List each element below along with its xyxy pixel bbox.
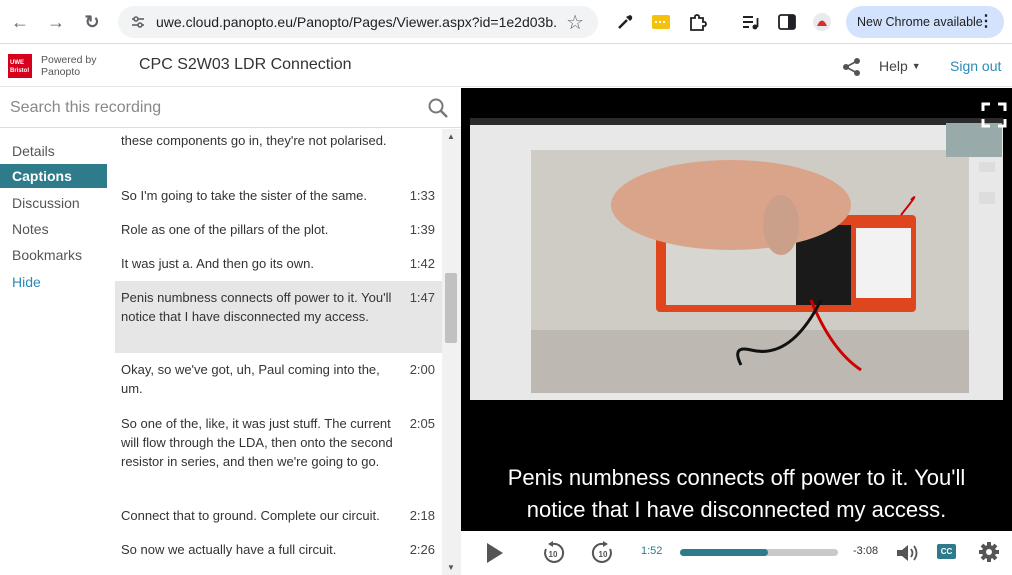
new-chrome-label: New Chrome available: [857, 15, 983, 29]
extensions-puzzle-icon[interactable]: [688, 12, 708, 32]
caption-time: 2:18: [409, 508, 435, 523]
caption-row[interactable]: Role as one of the pillars of the plot. …: [115, 213, 442, 247]
eyedropper-icon[interactable]: [615, 12, 635, 32]
caption-row[interactable]: Connect that to ground. Complete our cir…: [115, 499, 442, 533]
new-chrome-available-button[interactable]: New Chrome available ⋮: [846, 6, 1004, 38]
forward-icon[interactable]: →: [44, 10, 68, 34]
caption-text: Penis numbness connects off power to it.…: [121, 290, 392, 324]
caption-row[interactable]: these components go in, they're not pola…: [115, 129, 442, 174]
webcam-breadboard-image: [531, 150, 969, 393]
settings-gear-icon[interactable]: [978, 541, 1000, 563]
reload-icon[interactable]: ↻: [80, 10, 104, 34]
caption-row[interactable]: It was just a. And then go its own. 1:42: [115, 247, 442, 281]
caption-time: 1:33: [409, 188, 435, 203]
caption-text: Role as one of the pillars of the plot.: [121, 222, 329, 237]
powered-by-label: Powered by: [41, 54, 97, 66]
caption-text: these components go in, they're not pola…: [121, 133, 387, 148]
site-info-icon[interactable]: [130, 14, 146, 30]
browser-toolbar: ← → ↻ uwe.cloud.panopto.eu/Panopto/Pages…: [0, 0, 1012, 44]
sign-out-link[interactable]: Sign out: [950, 58, 1001, 74]
help-label: Help: [879, 58, 908, 74]
nav-captions[interactable]: Captions: [0, 164, 107, 188]
skip-back-10-icon[interactable]: 10: [541, 541, 565, 565]
caption-text: Connect that to ground. Complete our cir…: [121, 508, 380, 523]
captions-list: these components go in, they're not pola…: [115, 129, 442, 575]
skip-back-label: 10: [549, 550, 558, 559]
hide-sidebar-link[interactable]: Hide: [0, 270, 107, 294]
remaining-time: -3:08: [853, 545, 879, 557]
recording-title: CPC S2W03 LDR Connection: [139, 56, 352, 73]
caption-text: So one of the, like, it was just stuff. …: [121, 416, 393, 469]
caption-text: It was just a. And then go its own.: [121, 256, 314, 271]
caption-row[interactable]: Okay, so we've got, uh, Paul coming into…: [115, 353, 442, 407]
current-time: 1:52: [641, 545, 663, 557]
play-icon[interactable]: [485, 542, 505, 564]
caption-time: 1:42: [409, 256, 435, 271]
subtitle-overlay: Penis numbness connects off power to it.…: [461, 462, 1012, 526]
highlighter-extension-icon[interactable]: [651, 12, 671, 32]
side-panel-icon[interactable]: [777, 12, 797, 32]
caption-text: Okay, so we've got, uh, Paul coming into…: [121, 362, 380, 396]
nav-bookmarks[interactable]: Bookmarks: [0, 243, 107, 267]
progress-fill: [680, 549, 769, 556]
recorded-menubar: [470, 118, 1003, 125]
profile-avatar-icon[interactable]: [812, 12, 832, 32]
share-icon[interactable]: [842, 57, 862, 77]
chevron-down-icon: ▼: [911, 61, 921, 71]
uwe-logo: UWE Bristol: [8, 54, 32, 78]
panopto-label: Panopto: [41, 66, 81, 78]
back-icon[interactable]: ←: [8, 10, 32, 34]
search-icon[interactable]: [427, 97, 449, 119]
nav-notes[interactable]: Notes: [0, 217, 107, 241]
scrollbar-thumb[interactable]: [445, 273, 457, 343]
caption-time: 2:05: [409, 416, 435, 431]
video-player[interactable]: Penis numbness connects off power to it.…: [461, 88, 1012, 531]
powered-by-panopto: Powered by Panopto: [41, 54, 96, 78]
scroll-down-arrow-icon[interactable]: ▼: [447, 563, 455, 572]
chrome-menu-icon[interactable]: ⋮: [978, 6, 994, 38]
panopto-header: UWE Bristol Powered by Panopto CPC S2W03 …: [0, 45, 1012, 87]
caption-row[interactable]: So now we actually have a full circuit. …: [115, 533, 442, 567]
left-navigation: Details Captions Discussion Notes Bookma…: [0, 129, 115, 575]
url-text[interactable]: uwe.cloud.panopto.eu/Panopto/Pages/Viewe…: [156, 6, 556, 38]
skip-forward-10-icon[interactable]: 10: [591, 541, 615, 565]
desktop-screenshot-icons: [979, 162, 995, 204]
captions-scrollbar[interactable]: ▲ ▼: [442, 129, 461, 575]
search-input[interactable]: [10, 96, 410, 120]
address-bar[interactable]: uwe.cloud.panopto.eu/Panopto/Pages/Viewe…: [118, 6, 598, 38]
player-controls: 10 10 1:52 -3:08 CC: [461, 531, 1012, 575]
caption-time: 2:26: [409, 542, 435, 557]
caption-row[interactable]: So one of the, like, it was just stuff. …: [115, 407, 442, 499]
caption-row-current[interactable]: Penis numbness connects off power to it.…: [115, 281, 442, 353]
caption-row[interactable]: So I'm going to take the sister of the s…: [115, 179, 442, 213]
closed-captions-button[interactable]: CC: [937, 544, 956, 559]
volume-icon[interactable]: [895, 543, 919, 563]
subtitle-line-1: Penis numbness connects off power to it.…: [507, 465, 966, 490]
search-bar: [0, 88, 461, 128]
scroll-up-arrow-icon[interactable]: ▲: [447, 132, 455, 141]
fullscreen-icon[interactable]: [981, 102, 1007, 128]
caption-time: 1:39: [409, 222, 435, 237]
bookmark-star-icon[interactable]: ☆: [566, 10, 584, 35]
media-control-icon[interactable]: [741, 12, 761, 32]
caption-text: So now we actually have a full circuit.: [121, 542, 337, 557]
presenter-webcam-thumbnail: [946, 123, 1002, 157]
nav-details[interactable]: Details: [0, 139, 107, 163]
caption-time: 2:00: [409, 362, 435, 377]
help-menu-button[interactable]: Help ▼: [879, 58, 921, 74]
caption-text: So I'm going to take the sister of the s…: [121, 188, 367, 203]
skip-forward-label: 10: [599, 550, 608, 559]
nav-discussion[interactable]: Discussion: [0, 191, 107, 215]
progress-bar[interactable]: [680, 549, 838, 556]
caption-time: 1:47: [409, 290, 435, 305]
subtitle-line-2: notice that I have disconnected my acces…: [526, 497, 947, 522]
